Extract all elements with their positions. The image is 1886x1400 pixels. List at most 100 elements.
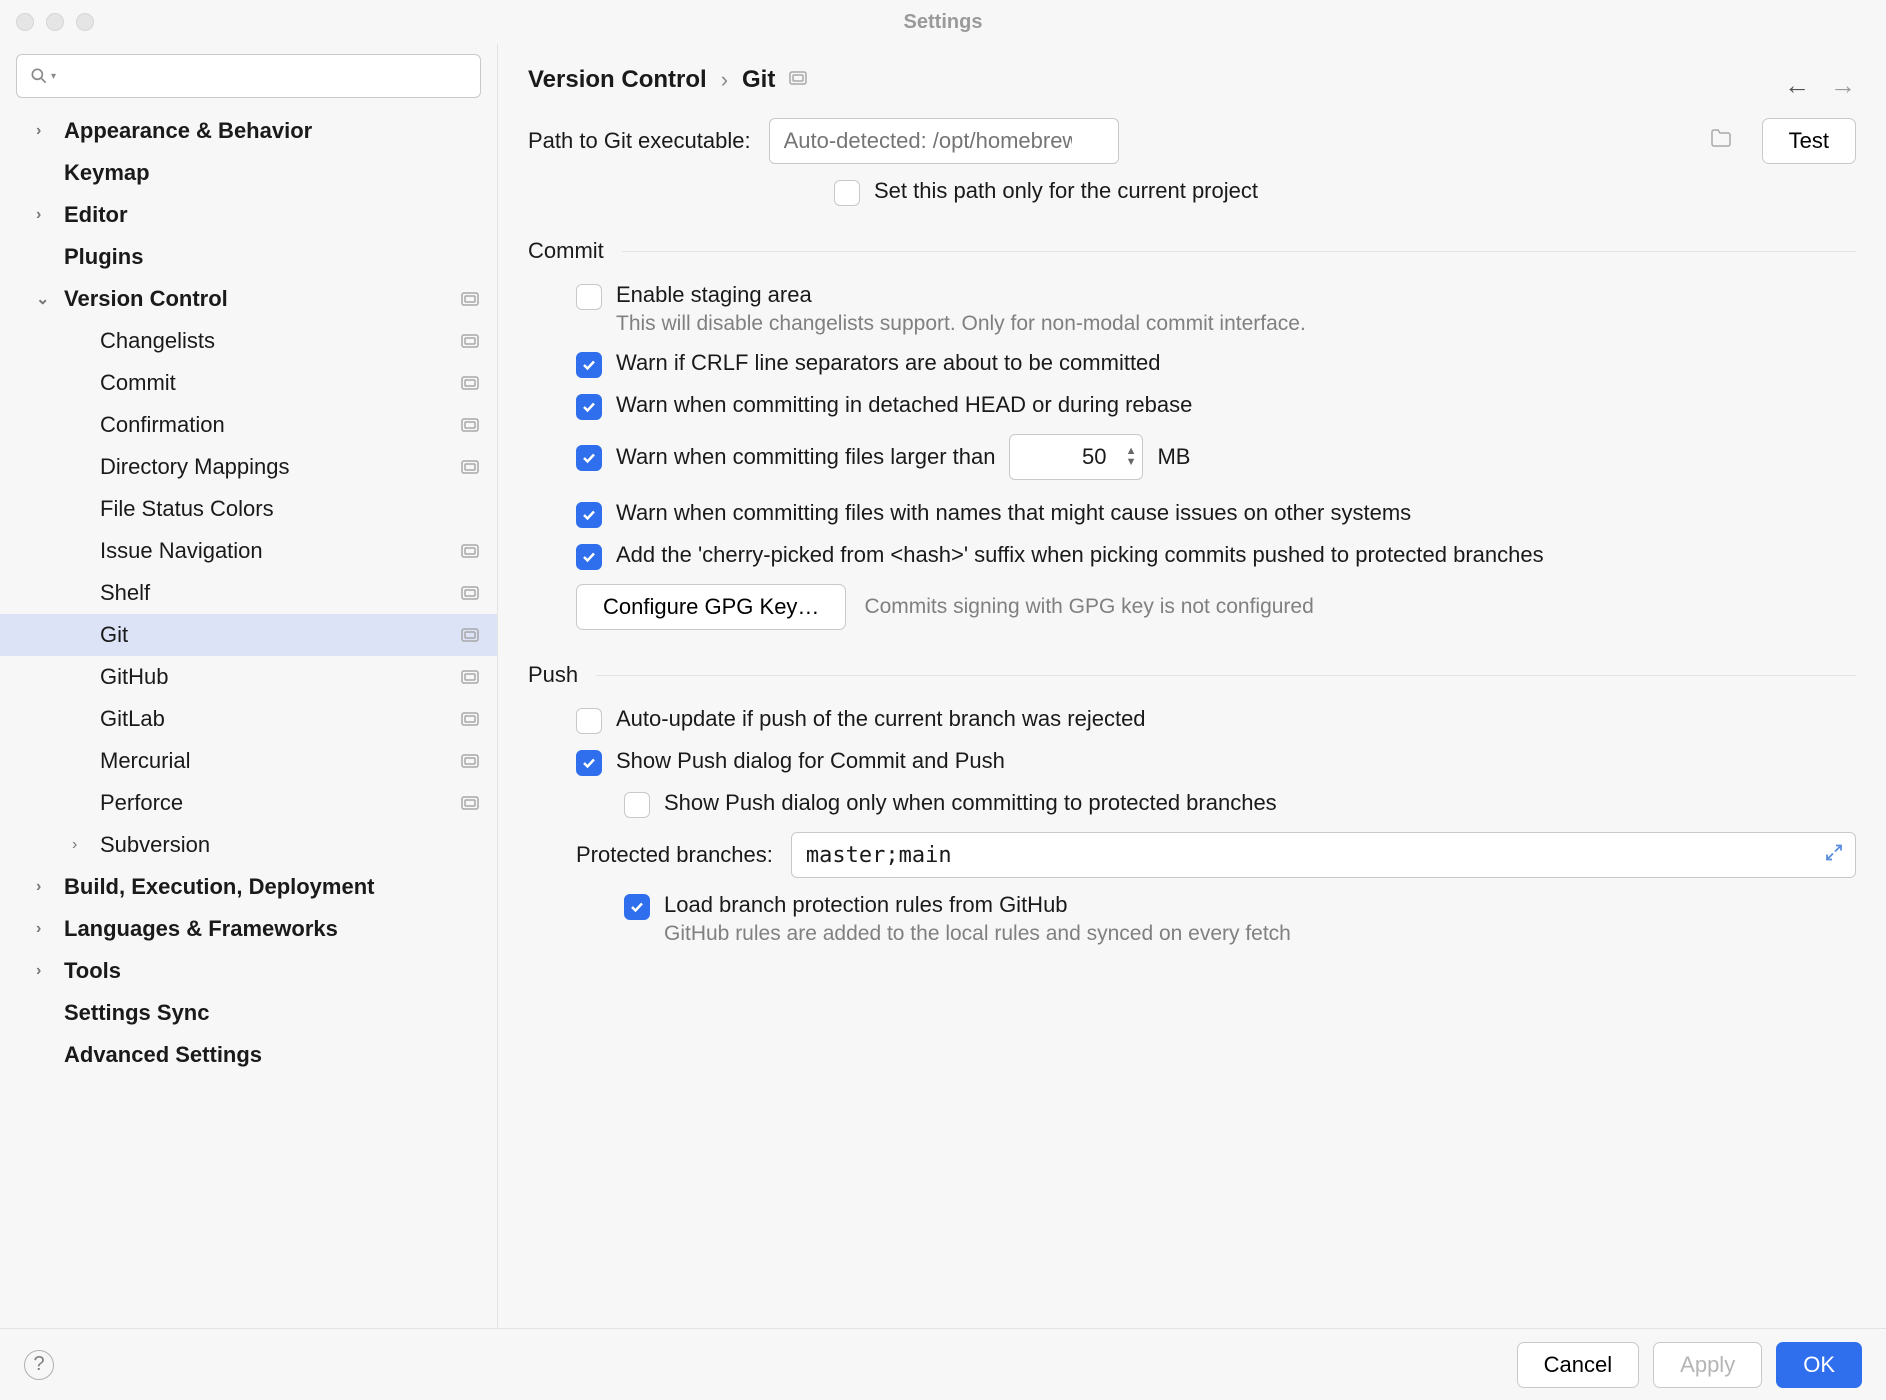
sidebar-item-issue-navigation[interactable]: Issue Navigation xyxy=(0,530,497,572)
show-push-protected-label: Show Push dialog only when committing to… xyxy=(664,790,1277,816)
cherry-suffix-label: Add the 'cherry-picked from <hash>' suff… xyxy=(616,542,1544,568)
window-title: Settings xyxy=(0,11,1886,34)
warn-large-checkbox[interactable] xyxy=(576,445,602,471)
dialog-footer: ? Cancel Apply OK xyxy=(0,1328,1886,1400)
warn-names-label: Warn when committing files with names th… xyxy=(616,500,1411,526)
breadcrumb-separator-icon: › xyxy=(721,67,728,93)
show-push-checkbox[interactable] xyxy=(576,750,602,776)
sidebar-item-label: Keymap xyxy=(64,160,150,186)
sidebar-item-github[interactable]: GitHub xyxy=(0,656,497,698)
git-path-input[interactable] xyxy=(769,118,1119,164)
sidebar-item-label: Editor xyxy=(64,202,128,228)
load-github-hint: GitHub rules are added to the local rule… xyxy=(664,922,1291,946)
scope-icon xyxy=(789,69,807,91)
breadcrumb-current: Git xyxy=(742,66,775,94)
sidebar-item-commit[interactable]: Commit xyxy=(0,362,497,404)
protected-branches-input[interactable]: master;main xyxy=(791,832,1856,878)
sidebar-item-changelists[interactable]: Changelists xyxy=(0,320,497,362)
breadcrumb-parent[interactable]: Version Control xyxy=(528,66,707,94)
sidebar-item-label: Directory Mappings xyxy=(100,454,290,480)
apply-button[interactable]: Apply xyxy=(1653,1342,1762,1388)
nav-forward-icon[interactable]: → xyxy=(1830,70,1856,101)
scope-icon xyxy=(461,628,479,642)
sidebar-item-label: Build, Execution, Deployment xyxy=(64,874,374,900)
configure-gpg-button[interactable]: Configure GPG Key… xyxy=(576,584,846,630)
sidebar-item-plugins[interactable]: Plugins xyxy=(0,236,497,278)
warn-detached-checkbox[interactable] xyxy=(576,394,602,420)
search-icon xyxy=(29,66,49,86)
sidebar-item-label: Git xyxy=(100,622,128,648)
sidebar-item-confirmation[interactable]: Confirmation xyxy=(0,404,497,446)
help-icon[interactable]: ? xyxy=(24,1350,54,1380)
cancel-button[interactable]: Cancel xyxy=(1517,1342,1639,1388)
warn-detached-label: Warn when committing in detached HEAD or… xyxy=(616,392,1192,418)
sidebar-item-version-control[interactable]: ⌄ Version Control xyxy=(0,278,497,320)
scope-icon xyxy=(461,334,479,348)
sidebar-item-tools[interactable]: ›Tools xyxy=(0,950,497,992)
warn-large-label: Warn when committing files larger than xyxy=(616,444,995,470)
sidebar-item-label: Settings Sync xyxy=(64,1000,209,1026)
expand-icon[interactable] xyxy=(1825,843,1843,868)
sidebar-item-mercurial[interactable]: Mercurial xyxy=(0,740,497,782)
load-github-checkbox[interactable] xyxy=(624,894,650,920)
settings-tree: ›Appearance & BehaviorKeymap›EditorPlugi… xyxy=(0,110,497,1076)
chevron-down-icon: ⌄ xyxy=(36,289,50,309)
sidebar-item-languages-frameworks[interactable]: ›Languages & Frameworks xyxy=(0,908,497,950)
sidebar-item-label: GitHub xyxy=(100,664,168,690)
sidebar-item-label: Shelf xyxy=(100,580,150,606)
sidebar-item-label: Issue Navigation xyxy=(100,538,263,564)
sidebar-item-label: File Status Colors xyxy=(100,496,274,522)
warn-large-value: 50 xyxy=(1082,444,1106,470)
sidebar-item-label: Version Control xyxy=(64,286,228,312)
scope-icon xyxy=(461,292,479,306)
warn-large-value-input[interactable]: 50 ▲▼ xyxy=(1009,434,1143,480)
sidebar-item-git[interactable]: Git xyxy=(0,614,497,656)
sidebar-item-label: Commit xyxy=(100,370,176,396)
sidebar-item-shelf[interactable]: Shelf xyxy=(0,572,497,614)
scope-icon xyxy=(461,796,479,810)
sidebar-item-keymap[interactable]: Keymap xyxy=(0,152,497,194)
section-divider xyxy=(622,251,1856,252)
nav-back-icon[interactable]: ← xyxy=(1784,70,1810,101)
folder-icon[interactable] xyxy=(1710,128,1732,154)
warn-large-unit: MB xyxy=(1157,444,1190,470)
auto-update-label: Auto-update if push of the current branc… xyxy=(616,706,1146,732)
scope-icon xyxy=(461,586,479,600)
sidebar-item-label: Changelists xyxy=(100,328,215,354)
sidebar-item-label: Languages & Frameworks xyxy=(64,916,338,942)
gpg-hint: Commits signing with GPG key is not conf… xyxy=(864,595,1313,619)
path-scope-checkbox[interactable] xyxy=(834,180,860,206)
sidebar-item-subversion[interactable]: ›Subversion xyxy=(0,824,497,866)
show-push-protected-checkbox[interactable] xyxy=(624,792,650,818)
enable-staging-label: Enable staging area xyxy=(616,282,1306,308)
ok-button[interactable]: OK xyxy=(1776,1342,1862,1388)
sidebar-item-perforce[interactable]: Perforce xyxy=(0,782,497,824)
enable-staging-checkbox[interactable] xyxy=(576,284,602,310)
sidebar-item-gitlab[interactable]: GitLab xyxy=(0,698,497,740)
sidebar-item-label: Perforce xyxy=(100,790,183,816)
test-button[interactable]: Test xyxy=(1762,118,1856,164)
sidebar-item-advanced-settings[interactable]: Advanced Settings xyxy=(0,1034,497,1076)
commit-section-title: Commit xyxy=(528,238,604,264)
sidebar-item-editor[interactable]: ›Editor xyxy=(0,194,497,236)
warn-crlf-checkbox[interactable] xyxy=(576,352,602,378)
sidebar-item-settings-sync[interactable]: Settings Sync xyxy=(0,992,497,1034)
push-section-title: Push xyxy=(528,662,578,688)
cherry-suffix-checkbox[interactable] xyxy=(576,544,602,570)
search-input[interactable]: ▾ xyxy=(16,54,481,98)
sidebar-item-build-execution-deployment[interactable]: ›Build, Execution, Deployment xyxy=(0,866,497,908)
sidebar-item-label: Appearance & Behavior xyxy=(64,118,312,144)
sidebar-item-label: Mercurial xyxy=(100,748,190,774)
git-path-label: Path to Git executable: xyxy=(528,128,751,154)
chevron-right-icon: › xyxy=(72,836,86,854)
protected-branches-label: Protected branches: xyxy=(576,842,773,868)
spinner-icon[interactable]: ▲▼ xyxy=(1126,446,1137,468)
sidebar-item-appearance-behavior[interactable]: ›Appearance & Behavior xyxy=(0,110,497,152)
path-scope-label: Set this path only for the current proje… xyxy=(874,178,1258,204)
sidebar-item-directory-mappings[interactable]: Directory Mappings xyxy=(0,446,497,488)
warn-names-checkbox[interactable] xyxy=(576,502,602,528)
sidebar-item-file-status-colors[interactable]: File Status Colors xyxy=(0,488,497,530)
settings-content: ← → Version Control › Git Path to Git ex… xyxy=(498,44,1886,1328)
auto-update-checkbox[interactable] xyxy=(576,708,602,734)
sidebar-item-label: Advanced Settings xyxy=(64,1042,262,1068)
